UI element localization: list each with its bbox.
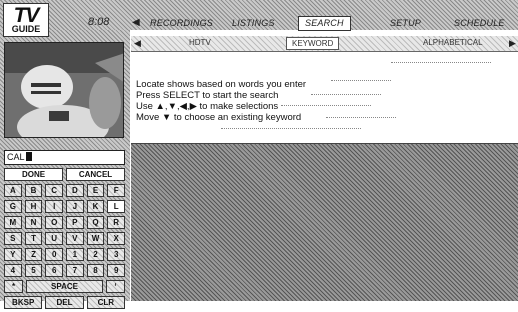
results-area <box>131 144 518 301</box>
dotted-rule <box>311 94 381 95</box>
key-n[interactable]: N <box>24 216 43 229</box>
instruction-line: Locate shows based on words you enter <box>136 79 307 90</box>
key-r[interactable]: R <box>107 216 126 229</box>
space-button[interactable]: SPACE <box>26 280 103 293</box>
nav-schedule[interactable]: SCHEDULE <box>454 18 505 28</box>
key-p[interactable]: P <box>66 216 84 229</box>
key-5[interactable]: 5 <box>24 264 43 277</box>
key-i[interactable]: I <box>45 200 64 213</box>
key-h[interactable]: H <box>24 200 43 213</box>
key-l[interactable]: L <box>107 200 126 213</box>
dotted-rule <box>331 80 391 81</box>
search-instructions-panel: Locate shows based on words you enter Pr… <box>131 52 518 144</box>
logo-tv-text: TV <box>13 3 40 27</box>
instruction-line: Move ▼ to choose an existing keyword <box>136 112 302 123</box>
cancel-button[interactable]: CANCEL <box>66 168 125 181</box>
key-q[interactable]: Q <box>86 216 105 229</box>
key-s[interactable]: S <box>4 232 22 245</box>
logo-guide-text: GUIDE <box>11 23 41 34</box>
key-k[interactable]: K <box>86 200 105 213</box>
tab-hdtv[interactable]: HDTV <box>189 38 211 47</box>
key-f[interactable]: F <box>107 184 126 197</box>
key-3[interactable]: 3 <box>107 248 126 261</box>
search-mode-tabs: ◀ HDTV KEYWORD ALPHABETICAL ▶ <box>131 36 518 52</box>
dotted-rule <box>326 117 396 118</box>
done-button[interactable]: DONE <box>4 168 63 181</box>
tab-right-arrow-icon[interactable]: ▶ <box>509 38 516 49</box>
dotted-rule <box>221 128 361 129</box>
keyword-entry-value: CAL <box>7 152 25 162</box>
key-e[interactable]: E <box>86 184 105 197</box>
key-v[interactable]: V <box>66 232 84 245</box>
tab-alphabetical[interactable]: ALPHABETICAL <box>423 38 483 47</box>
nav-left-arrow-icon[interactable]: ◀ <box>132 17 140 28</box>
backspace-button[interactable]: BKSP <box>4 296 43 309</box>
tv-guide-logo: TV GUIDE <box>3 3 49 37</box>
key-b[interactable]: B <box>24 184 43 197</box>
key-x[interactable]: X <box>107 232 126 245</box>
nav-listings[interactable]: LISTINGS <box>232 18 275 28</box>
left-panel: CAL DONE CANCEL A B C D E F G H I J K L … <box>0 30 130 309</box>
key-1[interactable]: 1 <box>66 248 84 261</box>
clock-display: 8:08 <box>88 16 110 28</box>
nav-recordings[interactable]: RECORDINGS <box>150 18 213 28</box>
key-a[interactable]: A <box>4 184 22 197</box>
key-8[interactable]: 8 <box>86 264 105 277</box>
key-apostrophe[interactable]: ‘ <box>105 280 125 293</box>
tab-left-arrow-icon[interactable]: ◀ <box>134 38 141 49</box>
key-2[interactable]: 2 <box>86 248 105 261</box>
key-z[interactable]: Z <box>24 248 43 261</box>
dotted-rule <box>281 105 371 106</box>
clear-button[interactable]: CLR <box>86 296 125 309</box>
keyword-entry-field[interactable]: CAL <box>4 150 125 165</box>
onscreen-keypad: DONE CANCEL A B C D E F G H I J K L M N … <box>4 168 126 312</box>
key-c[interactable]: C <box>45 184 64 197</box>
key-y[interactable]: Y <box>4 248 22 261</box>
dotted-rule <box>391 62 491 63</box>
key-w[interactable]: W <box>86 232 105 245</box>
key-u[interactable]: U <box>45 232 64 245</box>
key-t[interactable]: T <box>24 232 43 245</box>
key-j[interactable]: J <box>66 200 84 213</box>
key-g[interactable]: G <box>4 200 22 213</box>
key-9[interactable]: 9 <box>107 264 126 277</box>
key-asterisk[interactable]: * <box>4 280 24 293</box>
key-4[interactable]: 4 <box>4 264 22 277</box>
instruction-line: Use ▲,▼,◀,▶ to make selections <box>136 101 279 112</box>
key-m[interactable]: M <box>4 216 22 229</box>
live-video-preview <box>4 42 124 138</box>
delete-button[interactable]: DEL <box>45 296 84 309</box>
key-6[interactable]: 6 <box>45 264 64 277</box>
instruction-line: Press SELECT to start the search <box>136 90 279 101</box>
text-cursor-icon <box>25 152 32 161</box>
key-7[interactable]: 7 <box>66 264 84 277</box>
nav-setup[interactable]: SETUP <box>390 18 421 28</box>
key-o[interactable]: O <box>45 216 64 229</box>
key-d[interactable]: D <box>66 184 84 197</box>
nav-search[interactable]: SEARCH <box>298 16 351 31</box>
key-0[interactable]: 0 <box>45 248 64 261</box>
top-navigation-bar: TV GUIDE 8:08 ◀ RECORDINGS LISTINGS SEAR… <box>0 0 518 37</box>
tab-keyword[interactable]: KEYWORD <box>286 37 340 50</box>
football-player-image <box>5 43 123 137</box>
